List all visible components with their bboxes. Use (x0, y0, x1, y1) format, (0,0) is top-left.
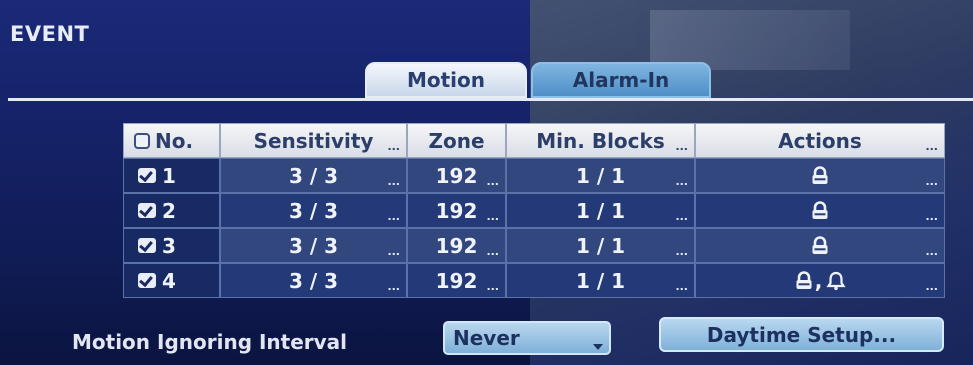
header-sensitivity[interactable]: Sensitivity ... (220, 123, 407, 158)
zone-value: 192 (435, 198, 478, 223)
more-icon[interactable]: ... (387, 281, 400, 292)
header-zone: Zone (407, 123, 506, 158)
min-blocks-cell[interactable]: 1 / 1... (506, 228, 695, 263)
min-blocks-cell[interactable]: 1 / 1... (506, 158, 695, 193)
zone-value: 192 (435, 163, 478, 188)
min-blocks-value: 1 / 1 (575, 268, 626, 293)
more-icon[interactable]: ... (387, 211, 400, 222)
zone-cell[interactable]: 192... (407, 263, 506, 298)
zone-cell[interactable]: 192... (407, 228, 506, 263)
lock-icon (810, 235, 830, 256)
more-icon[interactable]: ... (486, 176, 499, 187)
more-icon[interactable]: ... (925, 141, 938, 152)
row-checkbox[interactable] (138, 273, 156, 288)
dropdown-value: Never (453, 326, 520, 350)
motion-ignoring-interval-label: Motion Ignoring Interval (72, 330, 348, 354)
tab-divider (8, 98, 973, 101)
event-screen: EVENT Motion Alarm-In No. Sensitivity ..… (0, 0, 973, 365)
row-no: 1 (162, 163, 176, 188)
min-blocks-value: 1 / 1 (575, 198, 626, 223)
more-icon[interactable]: ... (486, 246, 499, 257)
sensitivity-cell[interactable]: 3 / 3... (220, 263, 407, 298)
zone-cell[interactable]: 192... (407, 158, 506, 193)
min-blocks-value: 1 / 1 (575, 163, 626, 188)
header-zone-label: Zone (428, 128, 485, 153)
more-icon[interactable]: ... (925, 281, 938, 292)
more-icon[interactable]: ... (486, 281, 499, 292)
tab-motion[interactable]: Motion (365, 62, 527, 98)
window-title: EVENT (10, 22, 90, 46)
header-no[interactable]: No. (123, 123, 220, 158)
more-icon[interactable]: ... (387, 246, 400, 257)
lock-icon (794, 270, 814, 291)
row-no-cell[interactable]: 1 (123, 158, 220, 193)
header-actions-label: Actions (778, 128, 862, 153)
row-no: 3 (162, 233, 176, 258)
zone-value: 192 (435, 233, 478, 258)
actions-cell[interactable]: ... (695, 158, 945, 193)
more-icon[interactable]: ... (675, 281, 688, 292)
sensitivity-value: 3 / 3 (288, 198, 339, 223)
min-blocks-cell[interactable]: 1 / 1... (506, 193, 695, 228)
actions-cell[interactable]: ... (695, 193, 945, 228)
more-icon[interactable]: ... (387, 141, 400, 152)
chevron-down-icon (593, 344, 603, 350)
row-no-cell[interactable]: 2 (123, 193, 220, 228)
lock-icon (810, 200, 830, 221)
sensitivity-cell[interactable]: 3 / 3... (220, 158, 407, 193)
lock-icon (810, 165, 830, 186)
tab-alarm-in[interactable]: Alarm-In (531, 62, 711, 98)
motion-ignoring-interval-dropdown[interactable]: Never (443, 321, 611, 355)
actions-cell[interactable]: ,... (695, 263, 945, 298)
more-icon[interactable]: ... (925, 176, 938, 187)
header-actions[interactable]: Actions ... (695, 123, 945, 158)
row-no-cell[interactable]: 4 (123, 263, 220, 298)
actions-cell[interactable]: ... (695, 228, 945, 263)
daytime-setup-button[interactable]: Daytime Setup... (659, 317, 944, 352)
min-blocks-cell[interactable]: 1 / 1... (506, 263, 695, 298)
header-sensitivity-label: Sensitivity (253, 128, 374, 153)
row-checkbox[interactable] (138, 238, 156, 253)
more-icon[interactable]: ... (675, 141, 688, 152)
header-min-blocks-label: Min. Blocks (536, 128, 665, 153)
more-icon[interactable]: ... (675, 211, 688, 222)
row-checkbox[interactable] (138, 203, 156, 218)
header-no-label: No. (155, 128, 194, 153)
sensitivity-value: 3 / 3 (288, 233, 339, 258)
more-icon[interactable]: ... (925, 211, 938, 222)
row-checkbox[interactable] (138, 168, 156, 183)
select-all-checkbox[interactable] (134, 132, 150, 149)
bell-icon (826, 271, 846, 291)
sensitivity-cell[interactable]: 3 / 3... (220, 228, 407, 263)
sensitivity-cell[interactable]: 3 / 3... (220, 193, 407, 228)
min-blocks-value: 1 / 1 (575, 233, 626, 258)
zone-value: 192 (435, 268, 478, 293)
row-no-cell[interactable]: 3 (123, 228, 220, 263)
more-icon[interactable]: ... (675, 176, 688, 187)
sensitivity-value: 3 / 3 (288, 268, 339, 293)
row-no: 2 (162, 198, 176, 223)
row-no: 4 (162, 268, 176, 293)
zone-cell[interactable]: 192... (407, 193, 506, 228)
more-icon[interactable]: ... (486, 211, 499, 222)
more-icon[interactable]: ... (675, 246, 688, 257)
motion-table: No. Sensitivity ... Zone Min. Blocks ...… (123, 123, 945, 298)
header-min-blocks[interactable]: Min. Blocks ... (506, 123, 695, 158)
more-icon[interactable]: ... (387, 176, 400, 187)
action-separator: , (814, 268, 823, 293)
more-icon[interactable]: ... (925, 246, 938, 257)
sensitivity-value: 3 / 3 (288, 163, 339, 188)
